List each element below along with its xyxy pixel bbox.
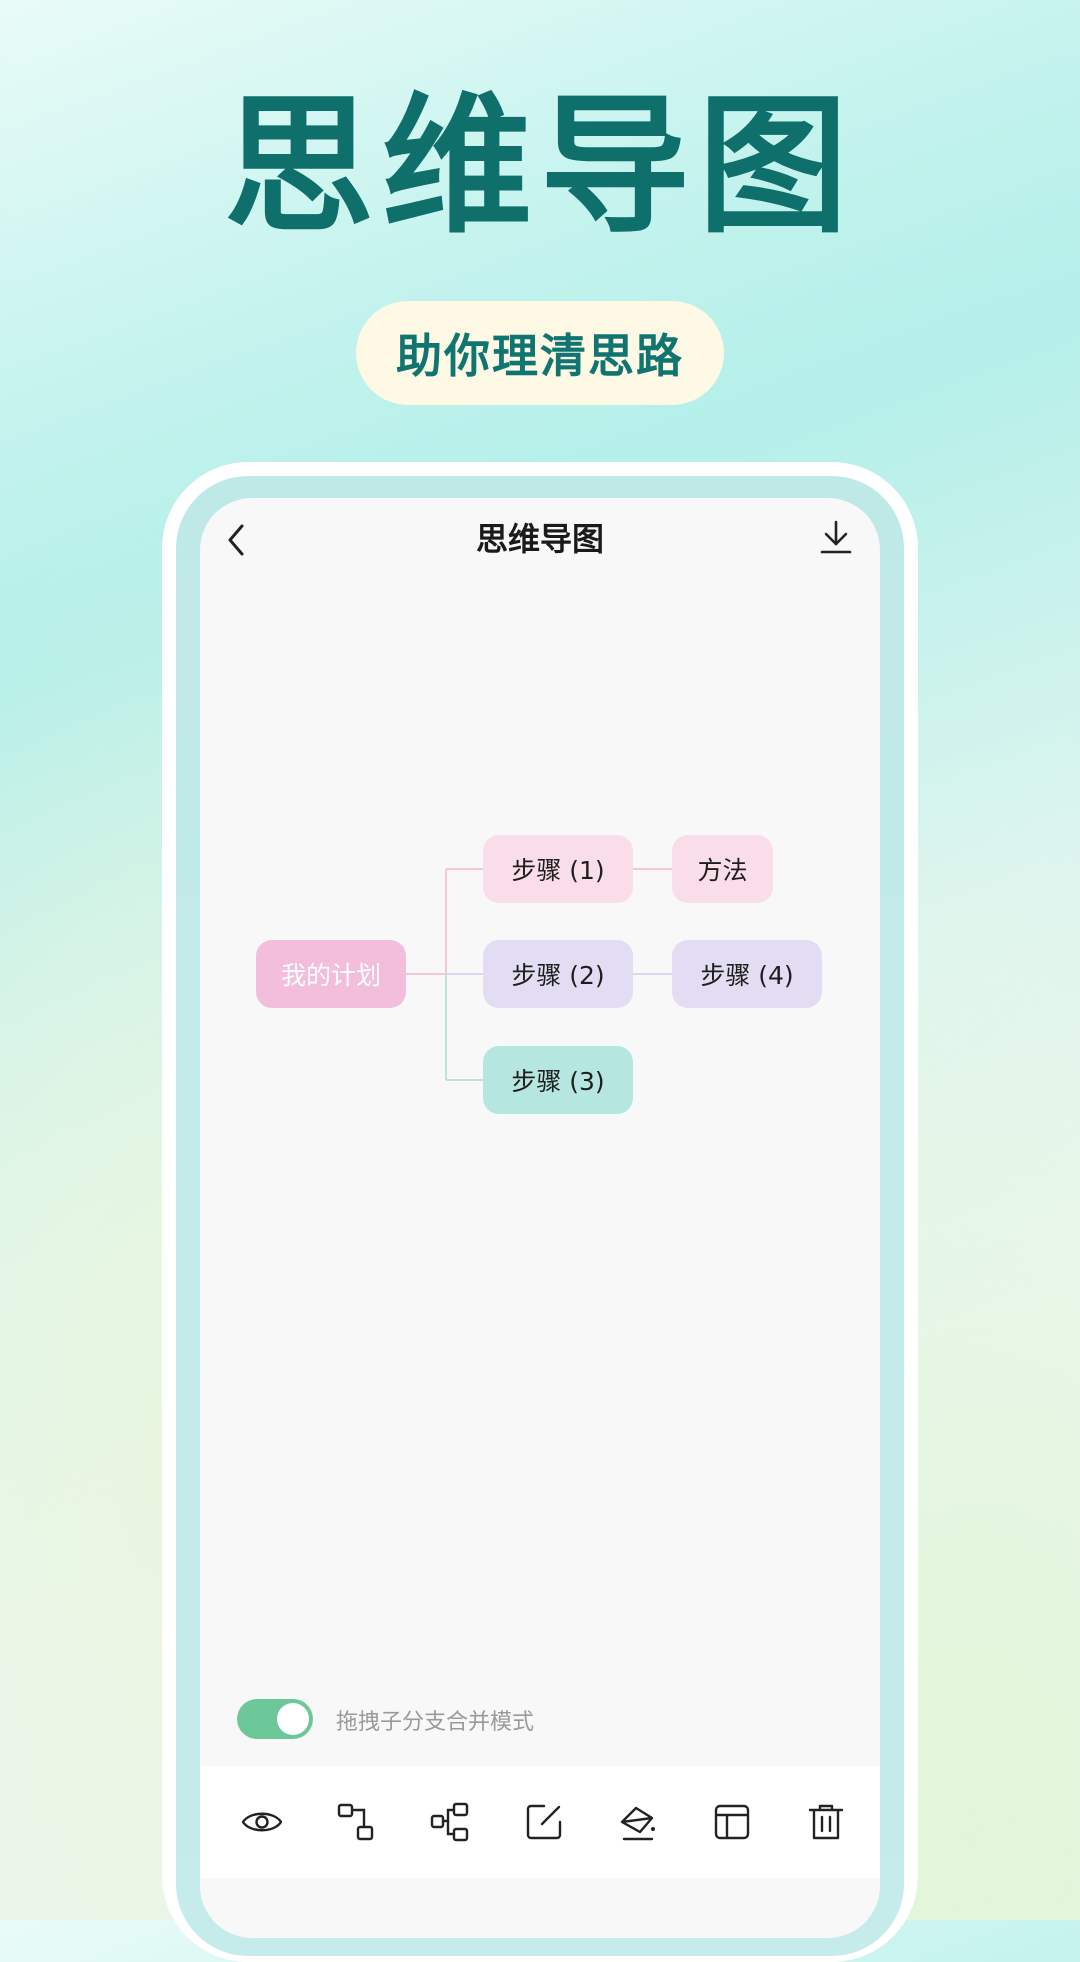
mindmap-node-step2[interactable]: 步骤 (2) xyxy=(483,940,633,1008)
subtitle: 助你理清思路 xyxy=(396,329,684,383)
mindmap-node-step1[interactable]: 步骤 (1) xyxy=(483,835,633,903)
mindmap-node-method[interactable]: 方法 xyxy=(672,835,773,903)
step3-label: 步骤 (3) xyxy=(511,1067,605,1096)
edit-icon[interactable] xyxy=(522,1800,566,1844)
merge-mode-toggle[interactable] xyxy=(237,1699,313,1739)
download-icon[interactable] xyxy=(818,518,854,558)
merge-mode-label: 拖拽子分支合并模式 xyxy=(336,1710,535,1735)
phone-screen: 思维导图 我的计划 步骤 (1) 方法 步骤 (2) 步骤 (4) 步骤 (3)… xyxy=(200,498,880,1938)
step1-label: 步骤 (1) xyxy=(511,856,605,885)
add-sibling-node-icon[interactable] xyxy=(428,1800,472,1844)
headline: 思维导图 xyxy=(223,80,856,254)
bottom-toolbar xyxy=(200,1766,880,1878)
toggle-knob xyxy=(277,1703,309,1735)
method-label: 方法 xyxy=(697,856,748,885)
delete-icon[interactable] xyxy=(804,1800,848,1844)
mindmap-node-step3[interactable]: 步骤 (3) xyxy=(483,1046,633,1114)
root-node-label: 我的计划 xyxy=(280,961,381,990)
erase-icon[interactable] xyxy=(616,1800,660,1844)
step4-label: 步骤 (4) xyxy=(700,961,794,990)
layout-icon[interactable] xyxy=(710,1800,754,1844)
mindmap-root-node[interactable]: 我的计划 xyxy=(256,940,406,1008)
step2-label: 步骤 (2) xyxy=(511,961,605,990)
eye-icon[interactable] xyxy=(240,1800,284,1844)
subtitle-badge: 助你理清思路 xyxy=(356,301,724,405)
top-bar: 思维导图 xyxy=(200,498,880,578)
mindmap-node-step4[interactable]: 步骤 (4) xyxy=(672,940,822,1008)
add-child-node-icon[interactable] xyxy=(334,1800,378,1844)
screen-title: 思维导图 xyxy=(475,520,604,558)
